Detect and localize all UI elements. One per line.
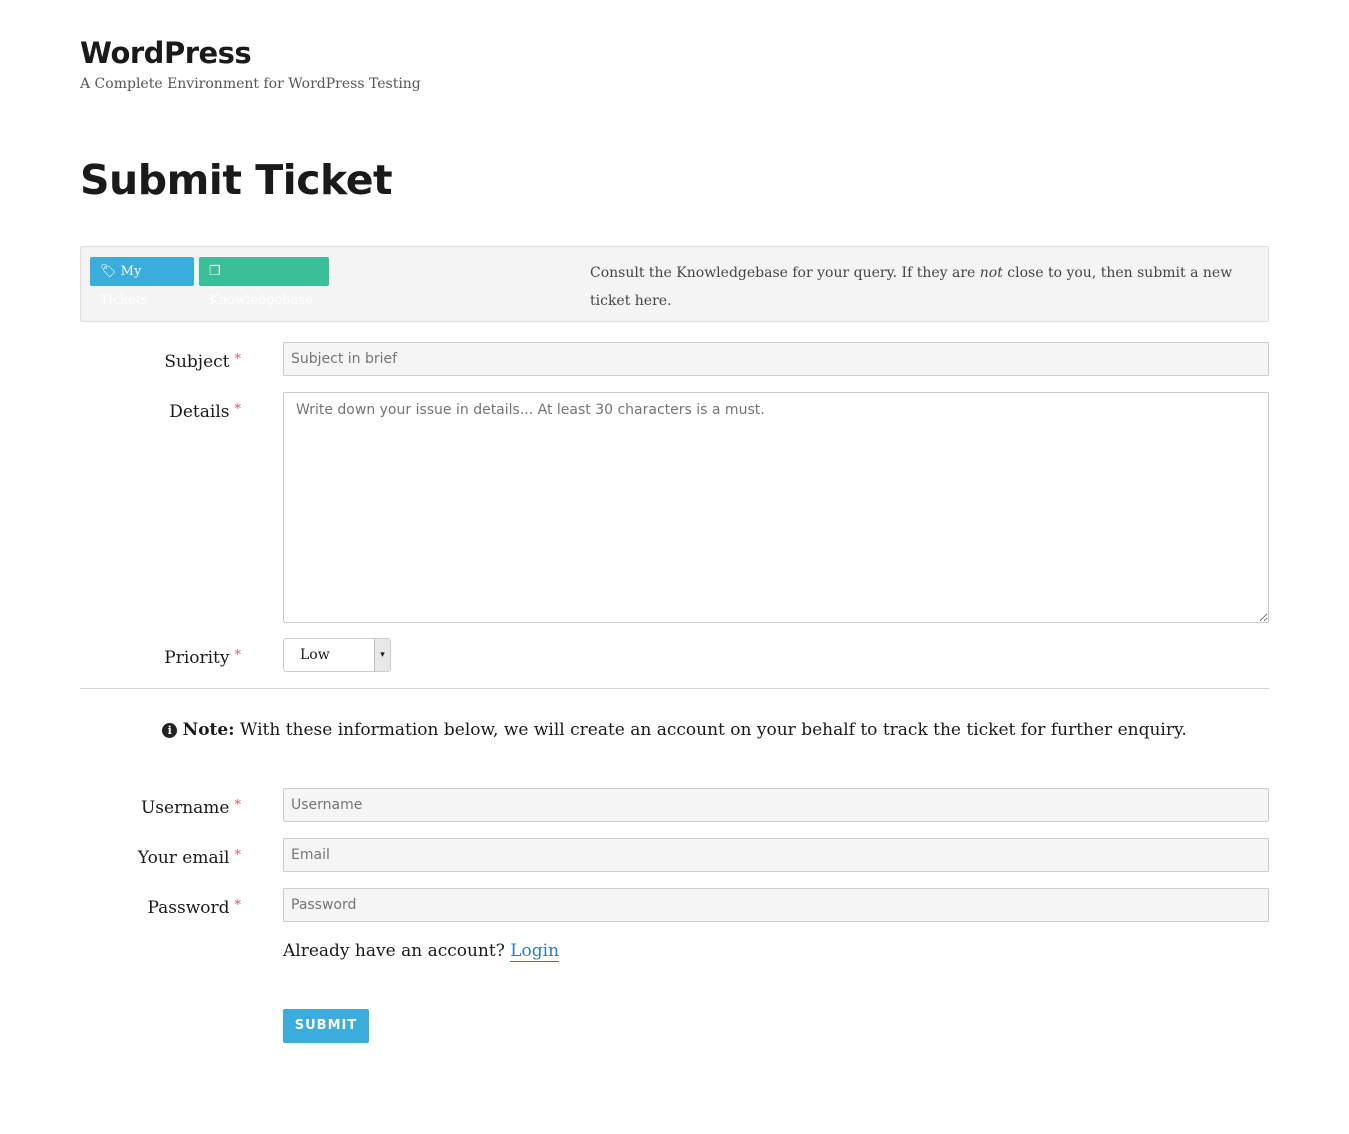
priority-label: Priority *: [164, 648, 241, 668]
account-note: i Note: With these information below, we…: [0, 720, 1349, 740]
email-label: Your email *: [137, 848, 241, 868]
details-textarea[interactable]: [283, 392, 1269, 623]
subject-input[interactable]: [283, 342, 1269, 376]
info-icon: i: [162, 723, 178, 738]
priority-value: Low: [300, 647, 330, 663]
panel-text: Consult the Knowledgebase for your query…: [590, 265, 1233, 309]
login-prompt: Already have an account? Login: [283, 941, 560, 962]
knowledgebase-icon: ❐: [209, 264, 221, 279]
knowledgebase-button[interactable]: ❐ Knowledgebase: [199, 257, 329, 308]
username-label: Username *: [140, 798, 241, 818]
site-title[interactable]: WordPress: [80, 36, 252, 70]
tag-icon: 🏷︎: [100, 264, 117, 279]
username-input[interactable]: [283, 788, 1269, 822]
details-label: Details *: [169, 402, 241, 422]
email-input[interactable]: [283, 838, 1269, 872]
password-input[interactable]: [283, 888, 1269, 922]
my-tickets-button[interactable]: 🏷︎ My Tickets: [90, 257, 194, 308]
knowledgebase-label: Knowledgebase: [209, 293, 313, 308]
password-label: Password *: [147, 898, 241, 918]
site-tagline: A Complete Environment for WordPress Tes…: [80, 76, 421, 92]
submit-button[interactable]: SUBMIT: [283, 1009, 369, 1043]
page-title: Submit Ticket: [80, 156, 393, 204]
priority-select[interactable]: Low ▾: [283, 638, 391, 672]
subject-label: Subject *: [164, 352, 241, 372]
divider: [80, 688, 1269, 689]
chevron-down-icon: ▾: [374, 639, 390, 671]
login-link[interactable]: Login: [510, 941, 560, 962]
info-panel: 🏷︎ My Tickets ❐ Knowledgebase Consult th…: [80, 246, 1269, 322]
